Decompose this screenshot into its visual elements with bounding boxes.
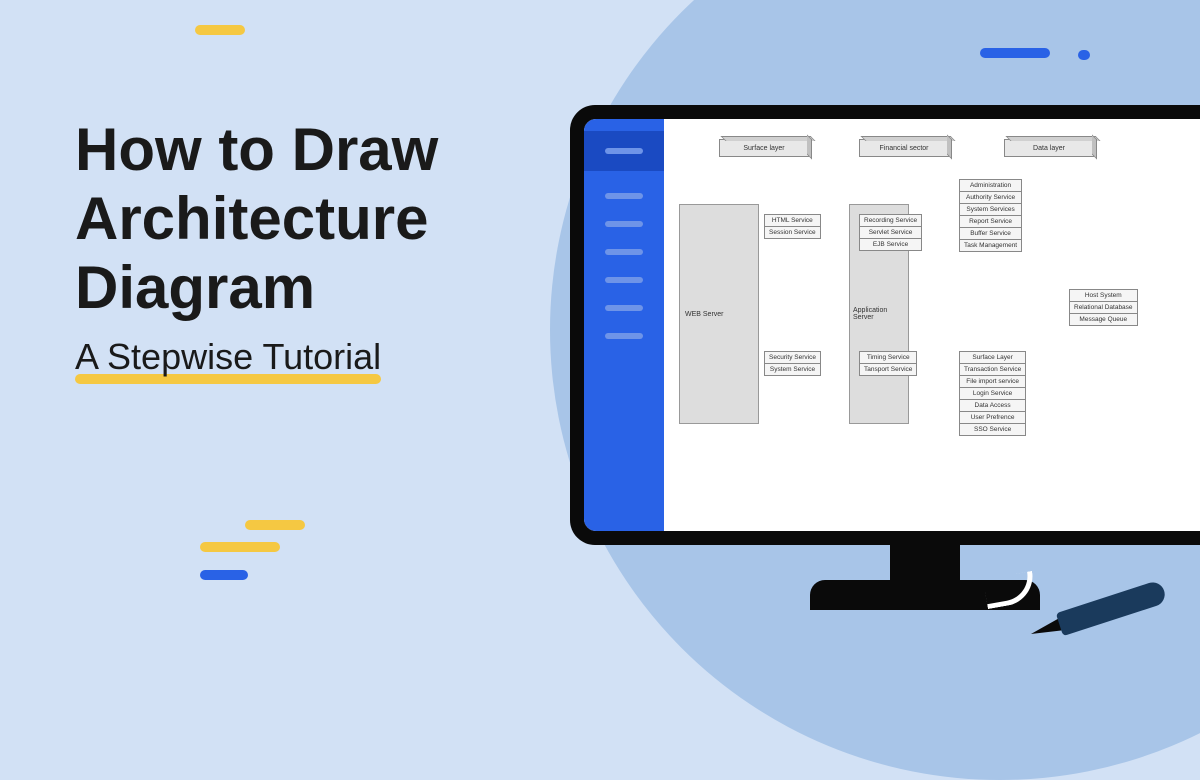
service-stack[interactable]: Recording ServiceServlet ServiceEJB Serv… bbox=[859, 214, 922, 251]
screen: Surface layer Financial sector Data laye… bbox=[584, 119, 1200, 531]
accent-bar bbox=[200, 542, 280, 552]
service-cell[interactable]: System Service bbox=[764, 363, 821, 376]
accent-bar bbox=[245, 520, 305, 530]
layer-box[interactable]: Surface layer bbox=[719, 139, 809, 157]
sidebar-item[interactable] bbox=[605, 221, 643, 227]
sidebar-item[interactable] bbox=[605, 305, 643, 311]
page-subtitle: A Stepwise Tutorial bbox=[75, 336, 381, 378]
service-stack[interactable]: Surface LayerTransaction ServiceFile imp… bbox=[959, 351, 1026, 436]
service-stack[interactable]: HTML ServiceSession Service bbox=[764, 214, 821, 239]
monitor-stand bbox=[890, 545, 960, 585]
sidebar-item[interactable] bbox=[605, 193, 643, 199]
service-cell[interactable]: SSO Service bbox=[959, 423, 1026, 436]
sidebar-item[interactable] bbox=[605, 277, 643, 283]
title-block: How to Draw Architecture Diagram A Stepw… bbox=[75, 115, 438, 378]
service-cell[interactable]: EJB Service bbox=[859, 238, 922, 251]
accent-bar bbox=[980, 48, 1050, 58]
service-stack[interactable]: Timing ServiceTansport Service bbox=[859, 351, 917, 376]
service-stack[interactable]: AdministrationAuthority ServiceSystem Se… bbox=[959, 179, 1022, 252]
accent-bar bbox=[200, 570, 248, 580]
accent-bar bbox=[1078, 50, 1090, 60]
service-cell[interactable]: Task Management bbox=[959, 239, 1022, 252]
sidebar-item[interactable] bbox=[605, 333, 643, 339]
layer-box[interactable]: Data layer bbox=[1004, 139, 1094, 157]
accent-bar bbox=[195, 25, 245, 35]
service-cell[interactable]: Tansport Service bbox=[859, 363, 917, 376]
service-stack[interactable]: Security ServiceSystem Service bbox=[764, 351, 821, 376]
web-server-box[interactable]: WEB Server bbox=[679, 204, 759, 424]
layer-box[interactable]: Financial sector bbox=[859, 139, 949, 157]
app-sidebar bbox=[584, 119, 664, 531]
page-title: How to Draw Architecture Diagram bbox=[75, 115, 438, 322]
monitor-frame: Surface layer Financial sector Data laye… bbox=[570, 105, 1200, 545]
service-cell[interactable]: Message Queue bbox=[1069, 313, 1138, 326]
diagram-canvas[interactable]: Surface layer Financial sector Data laye… bbox=[664, 119, 1200, 531]
service-cell[interactable]: Session Service bbox=[764, 226, 821, 239]
service-stack[interactable]: Host SystemRelational DatabaseMessage Qu… bbox=[1069, 289, 1138, 326]
sidebar-item[interactable] bbox=[605, 249, 643, 255]
sidebar-active-item[interactable] bbox=[584, 131, 664, 171]
